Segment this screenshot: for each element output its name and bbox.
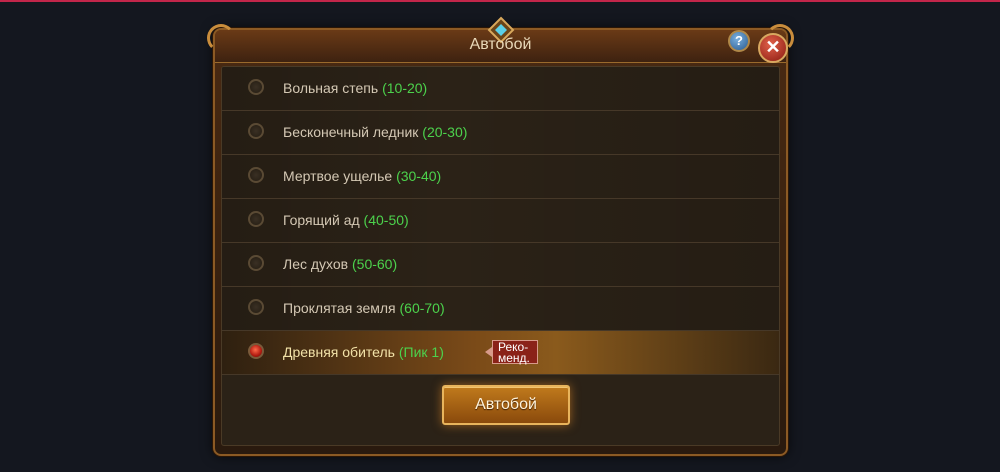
- autobattle-button[interactable]: Автобой: [442, 385, 570, 425]
- close-button[interactable]: ✕: [758, 33, 788, 63]
- zone-row[interactable]: Вольная степь (10-20): [222, 67, 779, 111]
- zone-label: Вольная степь (10-20): [283, 80, 427, 96]
- zone-label: Мертвое ущелье (30-40): [283, 168, 441, 184]
- zone-list: Вольная степь (10-20) Бесконечный ледник…: [222, 67, 779, 375]
- zone-row[interactable]: Мертвое ущелье (30-40): [222, 155, 779, 199]
- zone-radio[interactable]: [248, 299, 264, 315]
- zone-label: Проклятая земля (60-70): [283, 300, 445, 316]
- zone-range: (50-60): [352, 256, 398, 272]
- recommended-badge-text: Реко- менд.: [498, 340, 530, 365]
- zone-row-selected[interactable]: Древняя обитель (Пик 1) Реко- менд.: [222, 331, 779, 375]
- zone-range: (10-20): [382, 80, 428, 96]
- zone-radio[interactable]: [248, 255, 264, 271]
- zone-range: (40-50): [363, 212, 409, 228]
- zone-label: Горящий ад (40-50): [283, 212, 409, 228]
- top-accent-line: [0, 0, 1000, 2]
- zone-name: Мертвое ущелье: [283, 168, 393, 184]
- recommended-badge: Реко- менд.: [485, 340, 538, 365]
- zone-row[interactable]: Горящий ад (40-50): [222, 199, 779, 243]
- zone-range: (20-30): [422, 124, 468, 140]
- zone-range: (30-40): [396, 168, 442, 184]
- zone-name: Лес духов: [283, 256, 349, 272]
- zone-radio-checked[interactable]: [248, 343, 264, 359]
- zone-panel: Вольная степь (10-20) Бесконечный ледник…: [221, 66, 780, 446]
- zone-label: Бесконечный ледник (20-30): [283, 124, 467, 140]
- zone-label: Древняя обитель (Пик 1): [283, 344, 444, 360]
- zone-name: Горящий ад: [283, 212, 360, 228]
- zone-range: (Пик 1): [398, 344, 444, 360]
- help-button[interactable]: ?: [728, 30, 750, 52]
- zone-radio[interactable]: [248, 123, 264, 139]
- zone-row[interactable]: Лес духов (50-60): [222, 243, 779, 287]
- dialog-title: Автобой: [469, 36, 532, 53]
- zone-radio[interactable]: [248, 167, 264, 183]
- zone-radio[interactable]: [248, 79, 264, 95]
- zone-row[interactable]: Бесконечный ледник (20-30): [222, 111, 779, 155]
- zone-radio[interactable]: [248, 211, 264, 227]
- zone-row[interactable]: Проклятая земля (60-70): [222, 287, 779, 331]
- zone-label: Лес духов (50-60): [283, 256, 397, 272]
- autobattle-dialog: Автобой ? ✕ Вольная степь (10-20) Бескон…: [207, 16, 794, 456]
- zone-name: Древняя обитель: [283, 344, 395, 360]
- dialog-titlebar: Автобой ? ✕: [215, 16, 788, 63]
- zone-range: (60-70): [399, 300, 445, 316]
- zone-name: Вольная степь: [283, 80, 379, 96]
- zone-name: Проклятая земля: [283, 300, 396, 316]
- zone-name: Бесконечный ледник: [283, 124, 419, 140]
